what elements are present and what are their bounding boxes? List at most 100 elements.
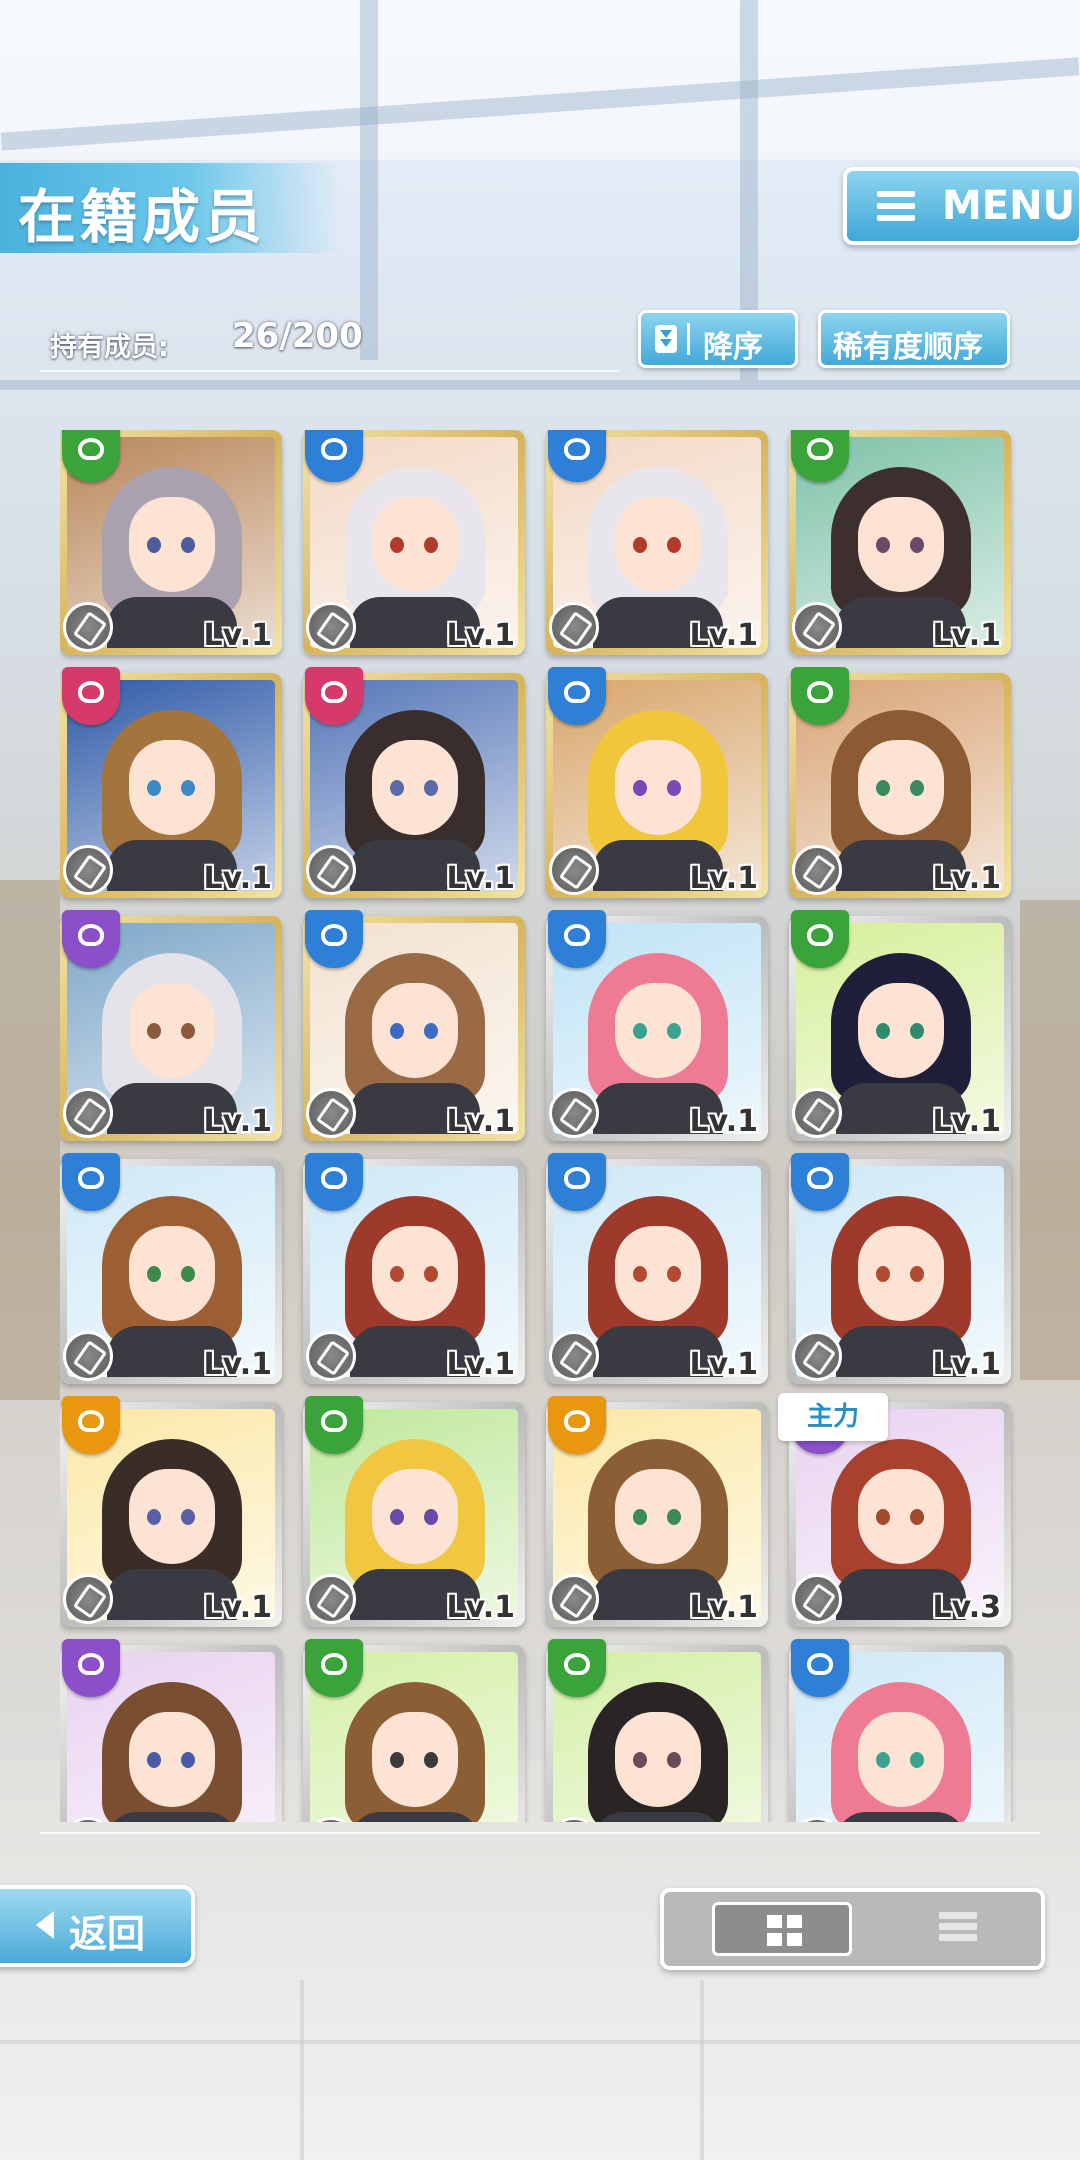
menu-button[interactable]: MENU bbox=[843, 167, 1080, 245]
level-label: Lv.1 bbox=[203, 1590, 273, 1625]
member-card[interactable]: Lv.1 bbox=[303, 910, 525, 1141]
hamburger-icon bbox=[877, 191, 915, 221]
level-label: Lv.1 bbox=[932, 1347, 1002, 1382]
member-card[interactable]: Lv.1 bbox=[60, 910, 282, 1141]
member-card[interactable]: Lv.1 bbox=[303, 1396, 525, 1627]
member-card[interactable]: Lv.1 bbox=[789, 430, 1011, 655]
member-card[interactable] bbox=[789, 1639, 1011, 1822]
attribute-blue-icon bbox=[62, 1153, 120, 1211]
attribute-blue-icon bbox=[548, 1153, 606, 1211]
member-card[interactable]: Lv.1 bbox=[60, 1153, 282, 1384]
grid-view-button[interactable] bbox=[712, 1902, 852, 1956]
level-label: Lv.1 bbox=[689, 861, 759, 896]
spear-icon bbox=[306, 1574, 356, 1624]
attribute-green-icon bbox=[62, 430, 120, 482]
attribute-green-icon bbox=[791, 910, 849, 968]
list-view-icon bbox=[939, 1912, 977, 1944]
attribute-orange-icon bbox=[62, 1396, 120, 1454]
whip-icon bbox=[63, 1088, 113, 1138]
member-card[interactable]: Lv.1 bbox=[303, 667, 525, 898]
member-card[interactable]: Lv.1 bbox=[60, 430, 282, 655]
rocket-icon bbox=[306, 845, 356, 895]
list-view-button[interactable] bbox=[889, 1902, 1029, 1956]
member-card[interactable]: Lv.1 bbox=[546, 910, 768, 1141]
main-member-badge: 主力 bbox=[778, 1393, 888, 1441]
member-card[interactable]: Lv.1 bbox=[303, 1153, 525, 1384]
sort-order-button[interactable]: 降序 bbox=[638, 310, 798, 368]
level-label: Lv.1 bbox=[203, 1347, 273, 1382]
attribute-purple-icon bbox=[62, 1639, 120, 1697]
level-label: Lv.1 bbox=[446, 861, 516, 896]
level-label: Lv.1 bbox=[932, 861, 1002, 896]
member-card[interactable]: Lv.1 bbox=[546, 667, 768, 898]
spear-icon bbox=[306, 1331, 356, 1381]
member-card[interactable]: Lv.1 bbox=[303, 430, 525, 655]
member-card[interactable]: Lv.1 bbox=[789, 910, 1011, 1141]
member-card[interactable] bbox=[546, 1639, 768, 1822]
member-card[interactable] bbox=[60, 1639, 282, 1822]
member-card[interactable]: Lv.1 bbox=[60, 1396, 282, 1627]
attribute-pink-icon bbox=[305, 667, 363, 725]
member-card[interactable]: Lv.1 bbox=[546, 430, 768, 655]
member-card[interactable]: Lv.1 bbox=[789, 1153, 1011, 1384]
view-mode-toggle bbox=[660, 1888, 1045, 1970]
spear-icon bbox=[792, 1574, 842, 1624]
attribute-pink-icon bbox=[62, 667, 120, 725]
attribute-orange-icon bbox=[548, 1396, 606, 1454]
background-beam bbox=[0, 380, 1080, 390]
spear-icon bbox=[549, 845, 599, 895]
level-label: Lv.1 bbox=[203, 1104, 273, 1139]
background-tile bbox=[0, 2040, 1080, 2044]
back-label: 返回 bbox=[69, 1912, 146, 1956]
level-label: Lv.3 bbox=[932, 1590, 1002, 1625]
member-grid: Lv.1 Lv.1 Lv.1 Lv.1 Lv.1 Lv.1 Lv.1 Lv.1 Lv.1 Lv.1… bbox=[60, 430, 1020, 1822]
page-title: 在籍成员 bbox=[18, 183, 267, 251]
member-card[interactable]: Lv.1 bbox=[546, 1153, 768, 1384]
hammer-icon bbox=[549, 1088, 599, 1138]
attribute-blue-icon bbox=[548, 910, 606, 968]
member-card[interactable] bbox=[303, 1639, 525, 1822]
member-card[interactable]: Lv.1 bbox=[60, 667, 282, 898]
back-button[interactable]: 返回 bbox=[0, 1885, 195, 1967]
background-shelf bbox=[1020, 900, 1080, 1380]
spear-icon bbox=[792, 1331, 842, 1381]
sort-direction-icon bbox=[655, 325, 677, 353]
level-label: Lv.1 bbox=[446, 1590, 516, 1625]
spear-icon bbox=[549, 1331, 599, 1381]
level-label: Lv.1 bbox=[689, 1347, 759, 1382]
member-count-value: 26/200 bbox=[232, 316, 363, 356]
member-card[interactable]: Lv.1 bbox=[789, 667, 1011, 898]
member-count-label: 持有成员: bbox=[50, 332, 169, 363]
attribute-green-icon bbox=[548, 1639, 606, 1697]
spear-icon bbox=[792, 1088, 842, 1138]
level-label: Lv.1 bbox=[446, 618, 516, 653]
attribute-blue-icon bbox=[305, 430, 363, 482]
level-label: Lv.1 bbox=[203, 618, 273, 653]
sort-by-rarity-button[interactable]: 稀有度顺序 bbox=[818, 310, 1010, 368]
whip-icon bbox=[549, 602, 599, 652]
divider bbox=[40, 370, 620, 372]
level-label: Lv.1 bbox=[689, 1590, 759, 1625]
level-label: Lv.1 bbox=[203, 861, 273, 896]
attribute-blue-icon bbox=[791, 1639, 849, 1697]
wind-icon bbox=[792, 602, 842, 652]
attribute-green-icon bbox=[791, 430, 849, 482]
attribute-blue-icon bbox=[548, 667, 606, 725]
menu-label: MENU bbox=[942, 183, 1076, 229]
attribute-purple-icon bbox=[62, 910, 120, 968]
attribute-green-icon bbox=[305, 1396, 363, 1454]
hammer-icon bbox=[792, 845, 842, 895]
attribute-blue-icon bbox=[305, 910, 363, 968]
game-screen: 在籍成员 MENU 持有成员: 26/200 降序 稀有度顺序 Lv.1 Lv.1… bbox=[0, 0, 1080, 2160]
back-arrow-icon bbox=[36, 1911, 54, 1939]
level-label: Lv.1 bbox=[932, 1104, 1002, 1139]
attribute-green-icon bbox=[305, 1639, 363, 1697]
rocket-icon bbox=[63, 845, 113, 895]
level-label: Lv.1 bbox=[689, 1104, 759, 1139]
background-tile bbox=[700, 1980, 704, 2160]
level-label: Lv.1 bbox=[446, 1104, 516, 1139]
hammer-icon bbox=[63, 1331, 113, 1381]
sort-by-rarity-label: 稀有度顺序 bbox=[833, 330, 983, 365]
member-card[interactable]: Lv.1 bbox=[546, 1396, 768, 1627]
attribute-blue-icon bbox=[791, 1153, 849, 1211]
